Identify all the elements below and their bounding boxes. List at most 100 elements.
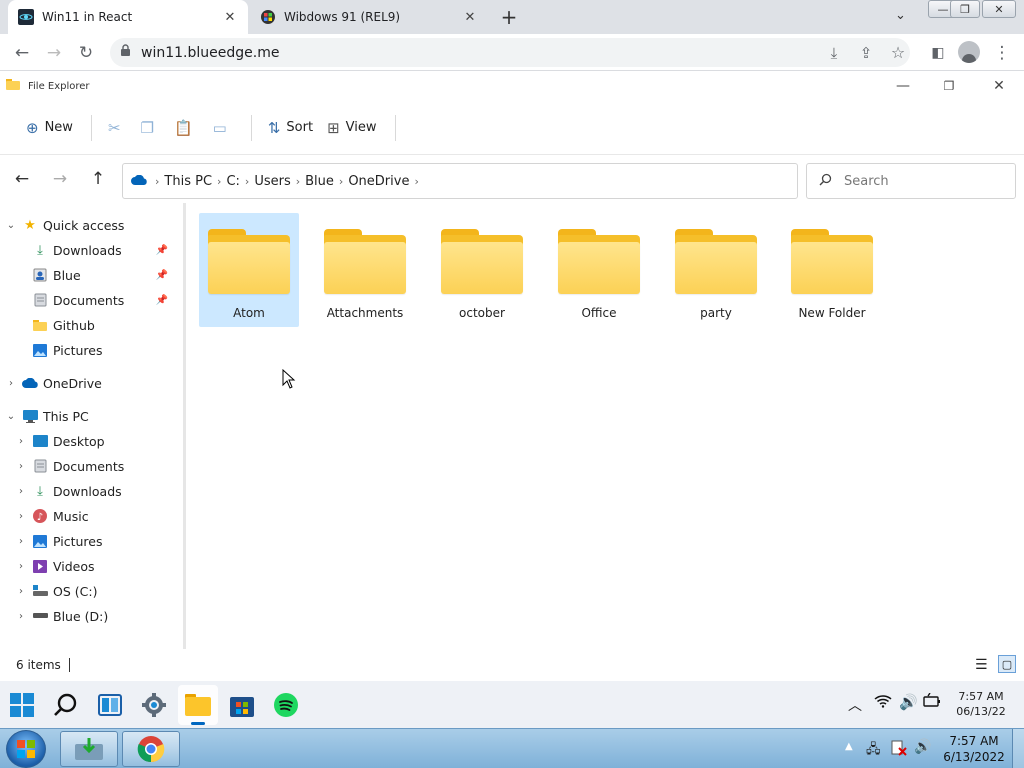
- side-panel-icon[interactable]: ◧: [924, 34, 952, 71]
- chevron-right-icon[interactable]: ›: [14, 561, 28, 572]
- breadcrumb-c-drive[interactable]: C:: [226, 174, 239, 189]
- profile-avatar-icon[interactable]: [958, 41, 980, 63]
- forward-arrow-icon[interactable]: →: [40, 34, 68, 71]
- sidebar-item-music[interactable]: › ♪ Music: [0, 504, 180, 528]
- breadcrumb-onedrive[interactable]: OneDrive: [348, 174, 409, 189]
- folder-item-office[interactable]: Office: [549, 213, 649, 327]
- battery-icon[interactable]: [923, 692, 941, 710]
- sort-button[interactable]: ⇅ Sort: [262, 113, 319, 143]
- minimize-button[interactable]: —: [880, 71, 926, 101]
- chevron-right-icon[interactable]: ›: [14, 511, 28, 522]
- start-windows-icon[interactable]: [2, 685, 42, 725]
- store-icon[interactable]: [222, 685, 262, 725]
- new-tab-icon[interactable]: +: [498, 5, 520, 29]
- browser-restore-button[interactable]: ❐: [950, 0, 980, 18]
- back-arrow-icon[interactable]: ←: [6, 163, 38, 195]
- folder-item-new-folder[interactable]: New Folder: [782, 213, 882, 327]
- chevron-right-icon[interactable]: ›: [14, 486, 28, 497]
- file-explorer-taskbar-icon[interactable]: [178, 685, 218, 725]
- sidebar-item-quick-access[interactable]: ⌄ ★ Quick access: [0, 213, 180, 237]
- tab-search-chevron-icon[interactable]: ⌄: [895, 8, 906, 23]
- chevron-down-icon[interactable]: ⌄: [4, 220, 18, 231]
- address-bar[interactable]: win11.blueedge.me: [110, 38, 910, 67]
- sidebar-item-blue[interactable]: Blue 📌: [0, 263, 180, 287]
- chevron-right-icon[interactable]: ›: [14, 436, 28, 447]
- sidebar-item-github[interactable]: Github: [0, 313, 180, 337]
- sidebar-item-blue-d[interactable]: › Blue (D:): [0, 604, 180, 628]
- new-button[interactable]: ⊕ New: [20, 113, 79, 143]
- chevron-right-icon[interactable]: ›: [4, 378, 18, 389]
- tab-win11-in-react[interactable]: Win11 in React ✕: [8, 0, 248, 34]
- clock-time: 7:57 AM: [958, 690, 1004, 703]
- paste-button[interactable]: 📋: [168, 113, 205, 143]
- view-button[interactable]: ⊞ View: [321, 113, 382, 143]
- videos-icon: [32, 559, 48, 574]
- chevron-right-icon[interactable]: ›: [14, 586, 28, 597]
- copy-button[interactable]: ❐: [135, 113, 166, 143]
- sidebar-item-pc-documents[interactable]: › Documents: [0, 454, 180, 478]
- sidebar-item-onedrive[interactable]: › OneDrive: [0, 371, 180, 395]
- chrome-taskbar-button[interactable]: [122, 731, 180, 767]
- breadcrumb[interactable]: › This PC › C: › Users › Blue › OneDrive…: [122, 163, 798, 199]
- status-divider: [68, 658, 70, 672]
- chevron-right-icon[interactable]: ›: [14, 536, 28, 547]
- search-input[interactable]: Search: [806, 163, 1016, 199]
- folder-content-area: Atom Attachments october Office party Ne…: [189, 203, 1024, 649]
- folder-item-october[interactable]: october: [432, 213, 532, 327]
- sidebar-item-os-c[interactable]: › OS (C:): [0, 579, 180, 603]
- start-orb-icon[interactable]: [6, 730, 46, 768]
- cut-button[interactable]: ✂: [102, 113, 133, 143]
- host-clock[interactable]: 7:57 AM 6/13/2022: [940, 733, 1008, 765]
- folder-item-attachments[interactable]: Attachments: [315, 213, 415, 327]
- forward-arrow-icon[interactable]: →: [44, 163, 76, 195]
- share-icon[interactable]: ⇪: [852, 34, 880, 71]
- close-tab-icon[interactable]: ✕: [462, 10, 478, 25]
- reload-icon[interactable]: ↻: [72, 34, 100, 71]
- chevron-right-icon[interactable]: ›: [14, 461, 28, 472]
- folder-item-party[interactable]: party: [666, 213, 766, 327]
- rename-button[interactable]: ▭: [207, 113, 239, 143]
- action-center-icon[interactable]: [891, 740, 907, 760]
- tab-wibdows-91[interactable]: Wibdows 91 (REL9) ✕: [250, 0, 488, 34]
- breadcrumb-users[interactable]: Users: [254, 174, 290, 189]
- sidebar-item-pictures[interactable]: Pictures: [0, 338, 180, 362]
- breadcrumb-this-pc[interactable]: This PC: [164, 174, 212, 189]
- widgets-icon[interactable]: [90, 685, 130, 725]
- sidebar-item-documents[interactable]: Documents 📌: [0, 288, 180, 312]
- network-icon[interactable]: 🖧: [866, 740, 881, 762]
- sidebar-item-desktop[interactable]: › Desktop: [0, 429, 180, 453]
- show-hidden-icons-chevron-up-icon[interactable]: ︿: [848, 695, 862, 715]
- volume-icon[interactable]: 🔊: [899, 693, 918, 711]
- settings-gear-icon[interactable]: [134, 685, 174, 725]
- close-tab-icon[interactable]: ✕: [222, 10, 238, 25]
- chevron-right-icon[interactable]: ›: [14, 611, 28, 622]
- browser-close-button[interactable]: ✕: [982, 0, 1016, 18]
- chevron-right-icon: ›: [217, 174, 222, 188]
- folder-item-atom[interactable]: Atom: [199, 213, 299, 327]
- breadcrumb-blue[interactable]: Blue: [305, 174, 334, 189]
- search-placeholder: Search: [844, 173, 889, 189]
- sidebar-item-this-pc[interactable]: ⌄ This PC: [0, 404, 180, 428]
- host-app-button[interactable]: [60, 731, 118, 767]
- sidebar-item-videos[interactable]: › Videos: [0, 554, 180, 578]
- sidebar-item-pc-downloads[interactable]: › ⤓ Downloads: [0, 479, 180, 503]
- show-desktop-button[interactable]: [1012, 729, 1024, 768]
- install-app-icon[interactable]: ⤓: [820, 34, 848, 71]
- chevron-down-icon[interactable]: ⌄: [4, 411, 18, 422]
- large-icons-view-icon[interactable]: ▢: [998, 655, 1016, 673]
- up-arrow-icon[interactable]: ↑: [82, 163, 114, 195]
- details-view-icon[interactable]: ☰: [975, 657, 988, 673]
- maximize-button[interactable]: ❐: [926, 71, 972, 101]
- sidebar-item-pc-pictures[interactable]: › Pictures: [0, 529, 180, 553]
- close-button[interactable]: ✕: [976, 71, 1022, 101]
- bookmark-star-icon[interactable]: ☆: [884, 34, 912, 71]
- volume-icon[interactable]: 🔊: [914, 739, 931, 755]
- more-menu-icon[interactable]: ⋮: [988, 34, 1016, 71]
- wifi-icon[interactable]: [874, 694, 892, 712]
- spotify-icon[interactable]: [266, 685, 306, 725]
- sidebar-item-downloads[interactable]: ⤓ Downloads 📌: [0, 238, 180, 262]
- back-arrow-icon[interactable]: ←: [8, 34, 36, 71]
- clock[interactable]: 7:57 AM 06/13/22: [948, 689, 1014, 719]
- show-hidden-icons-icon[interactable]: ▲: [845, 741, 853, 752]
- search-icon[interactable]: [46, 685, 86, 725]
